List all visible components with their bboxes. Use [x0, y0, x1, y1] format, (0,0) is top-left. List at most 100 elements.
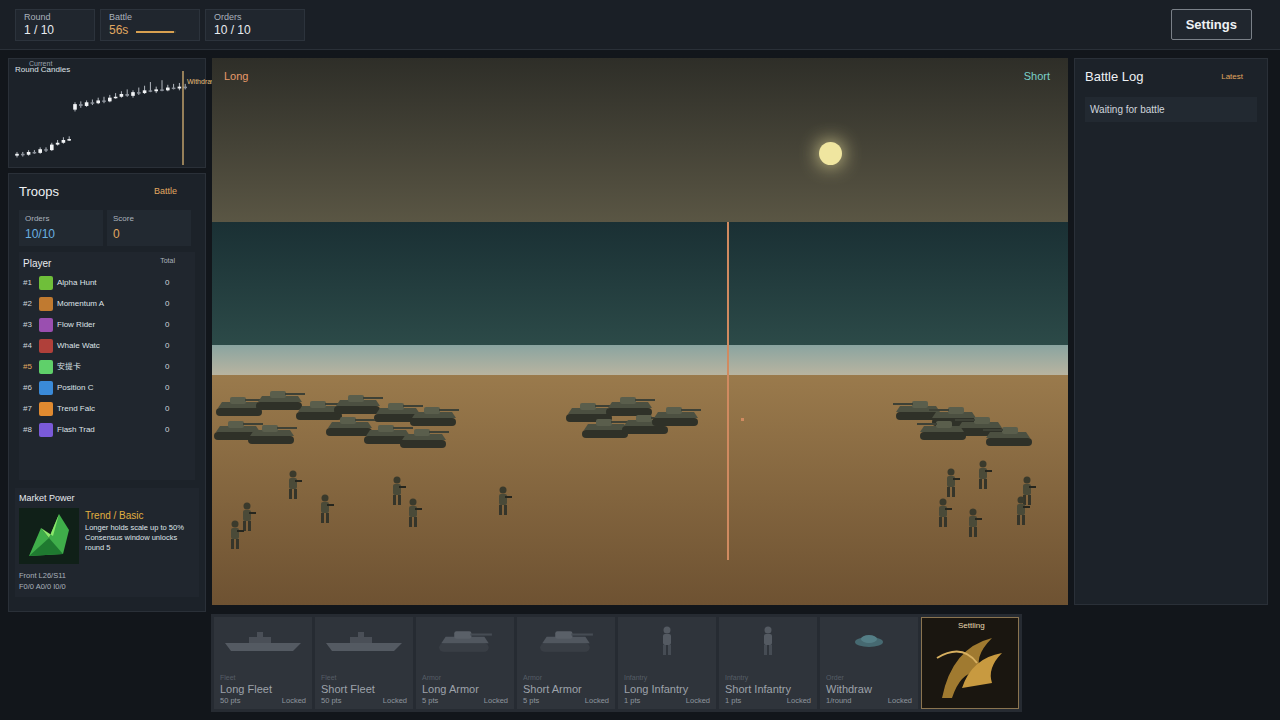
battle-log: Battle LogLatestWaiting for battle	[1074, 58, 1268, 605]
player-row[interactable]: #2Momentum A0	[23, 294, 191, 315]
candle	[120, 91, 124, 97]
settling-card: Settling	[921, 617, 1019, 709]
tank-card-icon	[437, 627, 493, 655]
candle	[137, 88, 141, 95]
candle	[79, 101, 83, 107]
game-screen: Round1 / 10Battle56sOrders10 / 10Setting…	[0, 0, 1280, 720]
soldier-icon	[404, 498, 422, 528]
tank-icon	[246, 422, 298, 446]
player-row[interactable]: #1Alpha Hunt0	[23, 273, 191, 294]
unit-card[interactable]: ArmorShort Armor5 ptsLocked	[517, 617, 615, 709]
player-row[interactable]: #3Flow Rider0	[23, 315, 191, 336]
unit-card[interactable]: InfantryLong Infantry1 ptsLocked	[618, 617, 716, 709]
candle	[15, 152, 19, 158]
long-label: Long	[224, 68, 248, 85]
player-row[interactable]: #7Trend Falc0	[23, 399, 191, 420]
log-entry: Waiting for battle	[1085, 97, 1257, 122]
tank-icon	[254, 388, 306, 412]
soldier-icon	[942, 468, 960, 498]
unit-card[interactable]: OrderWithdraw1/roundLocked	[820, 617, 918, 709]
withdraw-icon	[853, 633, 885, 649]
candle	[125, 89, 129, 96]
candle	[114, 93, 118, 99]
tank-icon	[916, 418, 968, 442]
player-avatar-icon	[39, 339, 53, 353]
player-row[interactable]: #5安提卡0	[23, 357, 191, 378]
candle	[108, 95, 112, 102]
candles-panel: CurrentRound CandlesWithdraw	[8, 58, 206, 168]
card-bar: FleetLong Fleet50 ptsLockedFleetShort Fl…	[211, 614, 1022, 712]
ship-icon	[324, 629, 404, 653]
player-row[interactable]: #8Flash Trad0	[23, 420, 191, 441]
candle	[178, 83, 182, 90]
tank-icon	[332, 392, 384, 416]
trend-crystal-icon	[19, 508, 79, 564]
candle	[172, 84, 176, 90]
unit-card[interactable]: ArmorLong Armor5 ptsLocked	[416, 617, 514, 709]
soldier-icon	[934, 498, 952, 528]
stat-box: Battle56s	[100, 9, 200, 41]
player-row[interactable]: #6Position C0	[23, 378, 191, 399]
soldier-icon	[238, 502, 256, 532]
score-box: Score0	[107, 210, 191, 246]
candle	[102, 97, 106, 103]
soldier-icon	[226, 520, 244, 550]
candle	[96, 98, 100, 104]
settling-dragon-icon	[922, 618, 1018, 708]
tank-icon	[604, 394, 656, 418]
candle	[183, 84, 187, 90]
soldier-icon	[388, 476, 406, 506]
candle	[50, 143, 54, 151]
soldier-card-icon	[657, 626, 677, 656]
tank-icon	[982, 424, 1034, 448]
tank-icon	[650, 404, 702, 428]
candle	[33, 150, 37, 154]
candle	[85, 100, 89, 106]
soldier-icon	[494, 486, 512, 516]
candle	[143, 86, 147, 94]
short-label: Short	[1024, 68, 1050, 85]
candle	[21, 152, 25, 157]
candle	[73, 102, 77, 111]
stat-box: Orders10 / 10	[205, 9, 305, 41]
tank-card-icon	[538, 627, 594, 655]
player-avatar-icon	[39, 297, 53, 311]
top-bar: Round1 / 10Battle56sOrders10 / 10Setting…	[0, 0, 1280, 50]
candle	[44, 147, 48, 152]
settings-button[interactable]: Settings	[1171, 9, 1252, 41]
unit-card[interactable]: FleetShort Fleet50 ptsLocked	[315, 617, 413, 709]
candle	[131, 90, 135, 97]
market-power: Market PowerTrend / BasicLonger holds sc…	[15, 488, 199, 597]
candle	[67, 136, 71, 141]
player-list: PlayerTotal#1Alpha Hunt0#2Momentum A0#3F…	[19, 252, 195, 480]
troops-panel: TroopsBattleOrders10/10Score0PlayerTotal…	[8, 173, 206, 612]
player-avatar-icon	[39, 381, 53, 395]
player-avatar-icon	[39, 318, 53, 332]
soldier-icon	[964, 508, 982, 538]
candle	[160, 80, 164, 91]
player-avatar-icon	[39, 360, 53, 374]
soldier-icon	[284, 470, 302, 500]
player-avatar-icon	[39, 276, 53, 290]
tank-icon	[398, 426, 450, 450]
player-avatar-icon	[39, 423, 53, 437]
player-avatar-icon	[39, 402, 53, 416]
candle	[149, 82, 153, 92]
candle	[154, 87, 158, 93]
soldier-icon	[974, 460, 992, 490]
candle	[38, 147, 42, 153]
candle	[27, 150, 31, 156]
unit-card[interactable]: FleetLong Fleet50 ptsLocked	[214, 617, 312, 709]
orders-box: Orders10/10	[19, 210, 103, 246]
candle	[56, 140, 60, 146]
battle-timer-bar	[136, 31, 176, 33]
player-row[interactable]: #4Whale Watc0	[23, 336, 191, 357]
front-line	[727, 222, 729, 560]
soldier-icon	[1012, 496, 1030, 526]
battlefield: Long Short	[212, 58, 1068, 605]
candle	[91, 100, 95, 106]
ship-icon	[223, 629, 303, 653]
candle	[166, 85, 170, 91]
unit-card[interactable]: InfantryShort Infantry1 ptsLocked	[719, 617, 817, 709]
soldier-icon	[316, 494, 334, 524]
